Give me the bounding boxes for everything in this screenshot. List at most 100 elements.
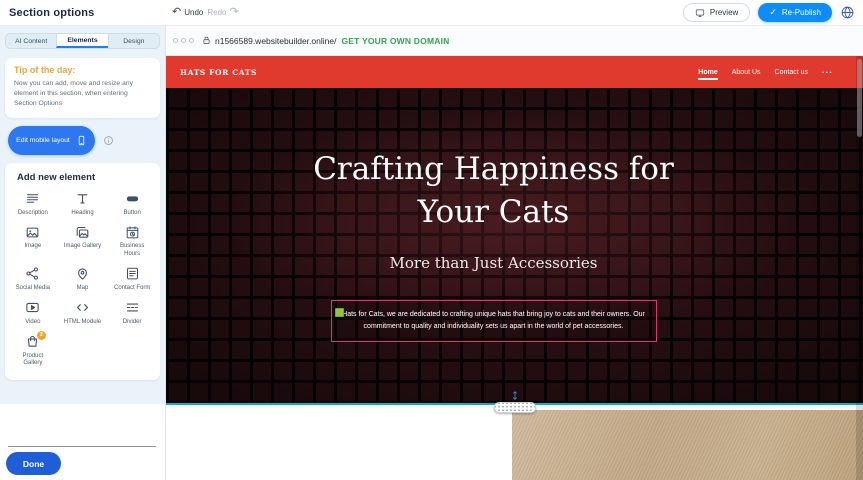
redo-button[interactable]: Redo ↷	[207, 7, 238, 18]
element-badge: 2	[37, 331, 46, 340]
button-icon	[125, 191, 140, 207]
browser-dot	[189, 38, 194, 43]
topbar: Section options ↶ Undo Redo ↷ Preview ✓ …	[0, 0, 863, 26]
nav-contact-us[interactable]: Contact us	[775, 69, 808, 76]
redo-label: Redo	[207, 8, 226, 17]
add-element-grid: Description Heading Button Image Image Galle…	[8, 191, 157, 369]
phone-icon	[76, 134, 87, 147]
element-item-label: Map	[77, 285, 89, 293]
republish-label: Re-Publish	[782, 8, 821, 17]
hero-paragraph: Hats for Cats, we are dedicated to craft…	[340, 309, 648, 333]
html-module-icon	[75, 300, 90, 316]
get-domain-link[interactable]: GET YOUR OWN DOMAIN	[341, 36, 449, 46]
redo-icon: ↷	[229, 7, 238, 18]
tab-elements[interactable]: Elements	[56, 34, 107, 48]
panel-tabs: AI Content Elements Design	[5, 33, 160, 49]
drag-handle[interactable]	[494, 402, 536, 413]
divider-icon	[125, 300, 140, 316]
hero-section[interactable]: Crafting Happiness for Your Cats More th…	[166, 88, 863, 404]
preview-button[interactable]: Preview	[683, 3, 750, 22]
nav-home[interactable]: Home	[698, 69, 717, 76]
element-item-label: Business Hours	[113, 243, 151, 259]
browser-dot	[173, 38, 178, 43]
app: Section options ↶ Undo Redo ↷ Preview ✓ …	[0, 0, 863, 480]
mobile-layout-row: Edit mobile layout	[8, 126, 165, 155]
element-item-label: Product Gallery	[14, 353, 52, 369]
element-item-map[interactable]: Map	[58, 266, 108, 293]
undo-icon: ↶	[172, 7, 181, 18]
done-button[interactable]: Done	[6, 452, 61, 475]
element-item-html-module[interactable]: HTML Module	[58, 300, 108, 327]
element-item-video[interactable]: Video	[8, 300, 58, 327]
element-item-label: Divider	[123, 319, 142, 327]
next-section-image[interactable]	[512, 410, 863, 480]
left-panel: AI Content Elements Design Tip of the da…	[0, 26, 166, 480]
page-title: Section options	[9, 7, 95, 19]
video-icon	[25, 300, 40, 316]
globe-icon[interactable]	[840, 5, 855, 20]
panel-footer: Done	[0, 404, 165, 480]
tip-title: Tip of the day:	[14, 65, 151, 75]
hero-text-element[interactable]: Hats for Cats, we are dedicated to craft…	[331, 300, 657, 342]
hero-heading[interactable]: Crafting Happiness for Your Cats	[296, 148, 691, 235]
nav-more-icon[interactable]: ···	[822, 68, 833, 77]
topbar-actions: Preview ✓ Re-Publish	[683, 3, 855, 22]
lock-icon	[202, 36, 211, 45]
footer-divider	[8, 446, 156, 447]
element-item-description[interactable]: Description	[8, 191, 58, 218]
site-logo[interactable]: HATS FOR CATS	[180, 68, 257, 77]
site-nav: Home About Us Contact us ···	[698, 68, 833, 77]
tip-body: Now you can add, move and resize any ele…	[14, 79, 151, 110]
social-media-icon	[25, 266, 40, 282]
tab-ai-content[interactable]: AI Content	[6, 34, 56, 48]
edit-mobile-layout-button[interactable]: Edit mobile layout	[8, 126, 95, 155]
add-element-card: Add new element Description Heading Button…	[5, 163, 160, 381]
tab-design[interactable]: Design	[108, 34, 159, 48]
site-url: n1566589.websitebuilder.online/	[215, 36, 336, 46]
nav-about-us[interactable]: About Us	[732, 69, 761, 76]
browser-dot	[181, 38, 186, 43]
add-element-title: Add new element	[17, 172, 157, 183]
history-controls: ↶ Undo Redo ↷	[172, 7, 239, 18]
site-header: HATS FOR CATS Home About Us Contact us ·…	[166, 56, 863, 88]
republish-button[interactable]: ✓ Re-Publish	[758, 3, 832, 22]
preview-label: Preview	[710, 8, 738, 17]
site-preview: HATS FOR CATS Home About Us Contact us ·…	[166, 56, 863, 480]
image-gallery-icon	[75, 224, 90, 240]
map-icon	[75, 266, 90, 282]
monitor-icon	[695, 8, 705, 18]
element-item-button[interactable]: Button	[107, 191, 157, 218]
hero-content: Crafting Happiness for Your Cats More th…	[166, 88, 821, 342]
element-item-social-media[interactable]: Social Media	[8, 266, 58, 293]
business-hours-icon	[125, 224, 140, 240]
element-item-label: HTML Module	[64, 319, 101, 327]
image-placeholder-handle[interactable]	[335, 308, 344, 317]
image-icon	[25, 224, 40, 240]
element-item-label: Social Media	[16, 285, 50, 293]
element-item-label: Contact Form	[114, 285, 150, 293]
scrollbar-thumb[interactable]	[857, 59, 862, 137]
preview-scrollbar[interactable]	[856, 56, 863, 480]
element-item-divider[interactable]: Divider	[107, 300, 157, 327]
element-item-image-gallery[interactable]: Image Gallery	[58, 224, 108, 259]
element-item-label: Button	[123, 210, 140, 218]
undo-button[interactable]: ↶ Undo	[172, 7, 203, 18]
preview-area: n1566589.websitebuilder.online/ GET YOUR…	[166, 26, 863, 480]
check-icon: ✓	[769, 8, 777, 17]
section-resize-handle[interactable]	[494, 390, 536, 413]
element-item-label: Image	[24, 243, 41, 251]
browser-bar: n1566589.websitebuilder.online/ GET YOUR…	[166, 26, 863, 56]
edit-mobile-label: Edit mobile layout	[16, 137, 70, 144]
tip-card: Tip of the day: Now you can add, move an…	[5, 58, 160, 118]
undo-label: Undo	[184, 8, 203, 17]
element-item-business-hours[interactable]: Business Hours	[107, 224, 157, 259]
hero-subheading[interactable]: More than Just Accessories	[166, 253, 821, 274]
info-icon[interactable]	[103, 135, 114, 146]
element-item-product-gallery[interactable]: 2 Product Gallery	[8, 334, 58, 369]
element-item-label: Description	[18, 210, 48, 218]
element-item-heading[interactable]: Heading	[58, 191, 108, 218]
element-item-image[interactable]: Image	[8, 224, 58, 259]
element-item-contact-form[interactable]: Contact Form	[107, 266, 157, 293]
resize-arrows-icon	[510, 390, 520, 401]
element-item-label: Video	[25, 319, 40, 327]
